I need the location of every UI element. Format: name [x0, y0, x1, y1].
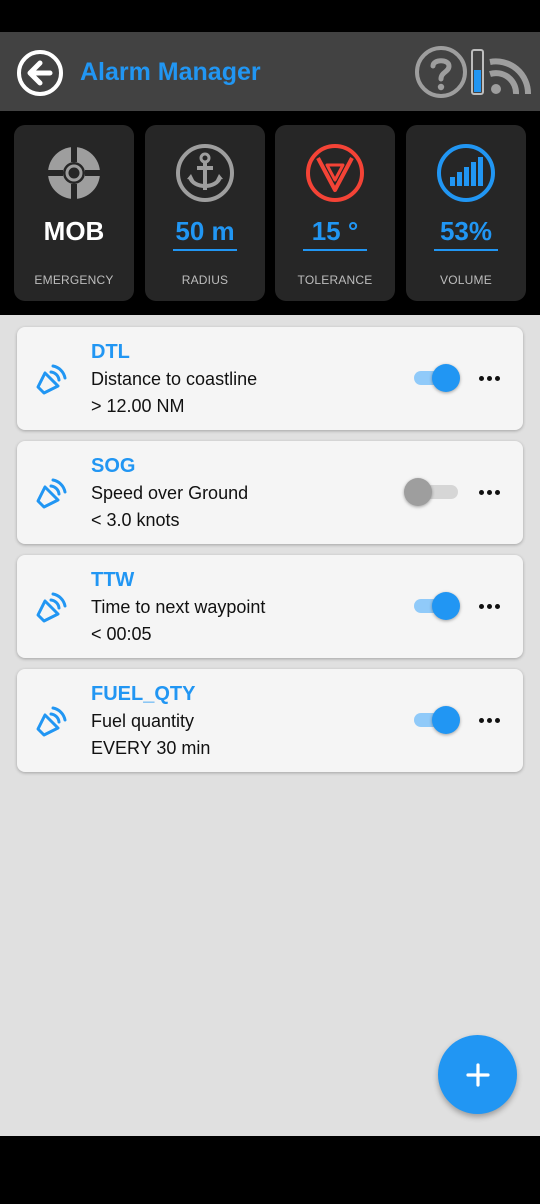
- connection-status[interactable]: [470, 48, 532, 98]
- dot: [478, 489, 484, 495]
- alarm-condition: > 12.00 NM: [91, 396, 185, 416]
- tile-label: RADIUS: [181, 273, 229, 287]
- alarm-beacon-icon: [36, 592, 67, 623]
- alarm-beacon-icon: [36, 478, 67, 509]
- tile-label: VOLUME: [440, 273, 492, 287]
- more-options-button[interactable]: [475, 706, 503, 734]
- dot: [478, 375, 484, 381]
- tile-label: EMERGENCY: [34, 273, 114, 287]
- alarm-condition: < 00:05: [91, 624, 152, 644]
- help-button[interactable]: [413, 44, 469, 100]
- system-nav-bar: [0, 1136, 540, 1204]
- dot: [494, 717, 500, 723]
- tile-label: TOLERANCE: [297, 273, 373, 287]
- alarm-code: FUEL_QTY: [91, 683, 196, 705]
- tile-value: 15 °: [311, 216, 359, 246]
- dot: [486, 717, 492, 723]
- alarm-card-fuel-qty[interactable]: FUEL_QTY Fuel quantity EVERY 30 min: [17, 669, 523, 772]
- alarm-card-ttw[interactable]: TTW Time to next waypoint < 00:05: [17, 555, 523, 658]
- plus-icon: [465, 1062, 490, 1087]
- toggle-thumb: [432, 706, 460, 734]
- alarm-name: Time to next waypoint: [91, 597, 266, 617]
- toggle-thumb: [432, 364, 460, 392]
- volume-bars-icon: [437, 144, 495, 202]
- back-button[interactable]: [16, 49, 64, 97]
- dot: [494, 489, 500, 495]
- tile-value: MOB: [43, 216, 105, 246]
- value-underline: [303, 249, 367, 251]
- tile-emergency[interactable]: MOB EMERGENCY: [14, 125, 134, 301]
- tile-volume[interactable]: 53% VOLUME: [406, 125, 526, 301]
- heading-tolerance-icon: [306, 144, 364, 202]
- value-underline: [434, 249, 498, 251]
- alarm-name: Speed over Ground: [91, 483, 249, 503]
- alarm-card-dtl[interactable]: DTL Distance to coastline > 12.00 NM: [17, 327, 523, 430]
- alarm-toggle[interactable]: [412, 706, 460, 734]
- dot: [494, 375, 500, 381]
- tile-value: 53%: [439, 216, 493, 246]
- status-bar: [0, 0, 540, 32]
- add-alarm-button[interactable]: [438, 1035, 517, 1114]
- quick-settings-row: MOB EMERGENCY 50 m RADIUS 15 ° TOLERANCE: [0, 111, 540, 315]
- alarm-code: DTL: [91, 341, 130, 363]
- tile-value: 50 m: [175, 216, 235, 246]
- more-options-button[interactable]: [475, 364, 503, 392]
- dot: [486, 603, 492, 609]
- alarm-name: Fuel quantity: [91, 711, 195, 731]
- tile-tolerance[interactable]: 15 ° TOLERANCE: [275, 125, 395, 301]
- toggle-thumb: [404, 478, 432, 506]
- alarm-beacon-icon: [36, 364, 67, 395]
- alarm-condition: < 3.0 knots: [91, 510, 180, 530]
- alarm-code: TTW: [91, 569, 135, 591]
- app-bar: Alarm Manager: [0, 32, 540, 111]
- alarm-toggle[interactable]: [404, 478, 460, 506]
- dot: [494, 603, 500, 609]
- alarm-toggle[interactable]: [412, 364, 460, 392]
- dot: [478, 717, 484, 723]
- value-underline: [173, 249, 237, 251]
- alarm-toggle[interactable]: [412, 592, 460, 620]
- alarm-code: SOG: [91, 455, 136, 477]
- dot: [486, 489, 492, 495]
- more-options-button[interactable]: [475, 592, 503, 620]
- more-options-button[interactable]: [475, 478, 503, 506]
- alarm-card-sog[interactable]: SOG Speed over Ground < 3.0 knots: [17, 441, 523, 544]
- page-title: Alarm Manager: [80, 58, 261, 86]
- wifi-signal-icon: [471, 49, 532, 95]
- anchor-icon: [176, 144, 234, 202]
- dot: [486, 375, 492, 381]
- lifebuoy-icon: [48, 147, 100, 199]
- question-circle-icon: [415, 46, 467, 98]
- alarm-list: DTL Distance to coastline > 12.00 NM SOG…: [0, 315, 540, 1136]
- tile-radius[interactable]: 50 m RADIUS: [145, 125, 265, 301]
- alarm-condition: EVERY 30 min: [91, 738, 211, 758]
- alarm-beacon-icon: [36, 706, 67, 737]
- arrow-left-circle-icon: [17, 50, 63, 96]
- toggle-thumb: [432, 592, 460, 620]
- alarm-name: Distance to coastline: [91, 369, 258, 389]
- dot: [478, 603, 484, 609]
